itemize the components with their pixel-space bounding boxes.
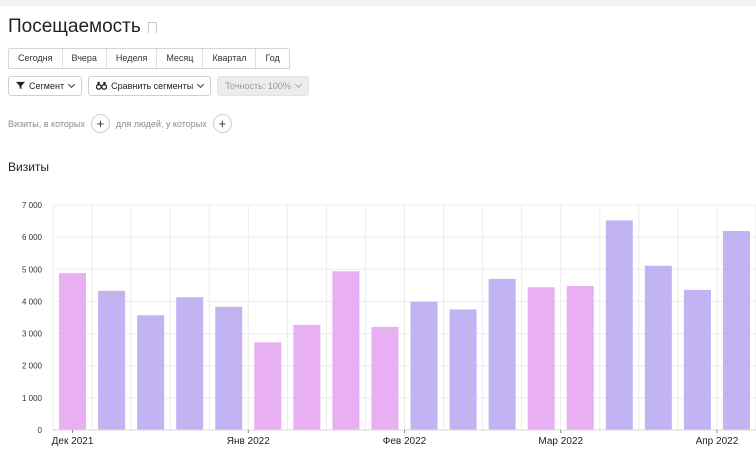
y-tick-label: 5 000 bbox=[22, 265, 43, 274]
section-title: Визиты bbox=[8, 160, 50, 174]
y-tick-label: 0 bbox=[38, 426, 43, 435]
y-tick-label: 7 000 bbox=[22, 201, 43, 210]
compare-segments-button[interactable]: Сравнить сегменты bbox=[88, 76, 212, 96]
page-title-text: Посещаемость bbox=[8, 16, 141, 37]
funnel-icon bbox=[16, 81, 25, 92]
bar bbox=[137, 315, 165, 430]
accuracy-select[interactable]: Точность: 100% bbox=[217, 76, 309, 96]
bar bbox=[449, 309, 477, 430]
segment-button[interactable]: Сегмент bbox=[8, 76, 83, 96]
bar bbox=[215, 306, 243, 430]
filter-bar: Сегмент Сравнить сегменты Точность: 100% bbox=[8, 76, 309, 96]
period-selector: Сегодня Вчера Неделя Месяц Квартал Год bbox=[8, 48, 290, 69]
period-month[interactable]: Месяц bbox=[157, 49, 204, 68]
y-tick-label: 4 000 bbox=[22, 297, 43, 306]
bar bbox=[254, 342, 282, 430]
bar bbox=[566, 286, 594, 430]
y-tick-label: 6 000 bbox=[22, 233, 43, 242]
period-week[interactable]: Неделя bbox=[107, 49, 158, 68]
y-tick-label: 2 000 bbox=[22, 362, 43, 371]
bar bbox=[488, 278, 516, 430]
visits-chart: 0 1 000 2 000 3 000 4 000 5 000 6 000 7 000 Дек … bbox=[22, 201, 756, 447]
y-tick-label: 1 000 bbox=[22, 394, 43, 403]
x-tick-label: Мар 2022 bbox=[538, 436, 583, 447]
add-people-condition-button[interactable]: + bbox=[212, 114, 232, 133]
visits-condition-label: Визиты, в которых bbox=[8, 118, 85, 129]
x-tick-label: Дек 2021 bbox=[52, 436, 94, 447]
page-title: Посещаемость bbox=[8, 16, 157, 38]
condition-row: Визиты, в которых + для людей, у которых… bbox=[8, 114, 238, 133]
chevron-down-icon bbox=[294, 80, 302, 89]
bar bbox=[644, 265, 672, 430]
chevron-down-icon bbox=[197, 80, 205, 89]
x-tick-label: Фев 2022 bbox=[383, 436, 427, 447]
period-year[interactable]: Год bbox=[256, 49, 288, 68]
bar bbox=[332, 271, 360, 430]
y-tick-label: 3 000 bbox=[22, 330, 43, 339]
top-strip bbox=[0, 0, 756, 6]
compare-label: Сравнить сегменты bbox=[111, 81, 194, 91]
bar bbox=[293, 324, 321, 430]
people-condition-label: для людей, у которых bbox=[115, 118, 207, 129]
accuracy-label: Точность: 100% bbox=[225, 81, 291, 91]
bar bbox=[371, 326, 399, 430]
bookmark-icon[interactable] bbox=[147, 21, 157, 36]
bar bbox=[410, 301, 438, 430]
period-quarter[interactable]: Квартал bbox=[203, 49, 257, 68]
x-tick-label: Янв 2022 bbox=[227, 436, 271, 447]
segment-label: Сегмент bbox=[29, 81, 65, 91]
plus-icon: + bbox=[96, 116, 105, 131]
chevron-down-icon bbox=[68, 80, 76, 89]
period-today[interactable]: Сегодня bbox=[9, 49, 63, 68]
bar bbox=[722, 231, 750, 430]
bar bbox=[605, 220, 633, 430]
add-visit-condition-button[interactable]: + bbox=[90, 114, 110, 133]
bar bbox=[59, 273, 87, 430]
bar bbox=[98, 290, 126, 430]
plus-icon: + bbox=[218, 116, 227, 131]
x-tick-label: Апр 2022 bbox=[696, 436, 739, 447]
bar bbox=[683, 289, 711, 430]
bar bbox=[527, 287, 555, 430]
bar bbox=[176, 297, 204, 430]
binoculars-icon bbox=[95, 81, 108, 92]
period-yesterday[interactable]: Вчера bbox=[63, 49, 107, 68]
